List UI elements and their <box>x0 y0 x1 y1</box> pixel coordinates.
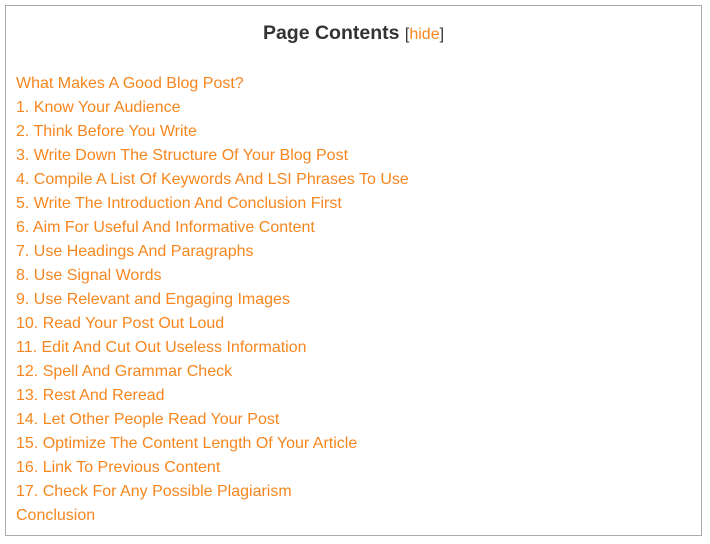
toc-link-3[interactable]: 3. Write Down The Structure Of Your Blog… <box>16 147 348 164</box>
toc-item: 10. Read Your Post Out Loud <box>16 312 409 336</box>
hide-toc-link[interactable]: hide <box>409 26 439 43</box>
toc-link-15[interactable]: 15. Optimize The Content Length Of Your … <box>16 435 357 452</box>
toc-item: 14. Let Other People Read Your Post <box>16 408 409 432</box>
toc-link-17[interactable]: 17. Check For Any Possible Plagiarism <box>16 483 292 500</box>
toc-item: 2. Think Before You Write <box>16 120 409 144</box>
toc-item: 12. Spell And Grammar Check <box>16 360 409 384</box>
toc-item: 5. Write The Introduction And Conclusion… <box>16 192 409 216</box>
toc-link-12[interactable]: 12. Spell And Grammar Check <box>16 363 232 380</box>
toc-item: 11. Edit And Cut Out Useless Information <box>16 336 409 360</box>
toc-link-5[interactable]: 5. Write The Introduction And Conclusion… <box>16 195 342 212</box>
toc-link-10[interactable]: 10. Read Your Post Out Loud <box>16 315 224 332</box>
toc-item: 6. Aim For Useful And Informative Conten… <box>16 216 409 240</box>
toc-item: 16. Link To Previous Content <box>16 456 409 480</box>
toc-item: 15. Optimize The Content Length Of Your … <box>16 432 409 456</box>
toc-link-1[interactable]: 1. Know Your Audience <box>16 99 181 116</box>
toc-link-4[interactable]: 4. Compile A List Of Keywords And LSI Ph… <box>16 171 409 188</box>
toc-link-6[interactable]: 6. Aim For Useful And Informative Conten… <box>16 219 315 236</box>
toc-link-7[interactable]: 7. Use Headings And Paragraphs <box>16 243 253 260</box>
toc-item: 17. Check For Any Possible Plagiarism <box>16 480 409 504</box>
toc-item: 8. Use Signal Words <box>16 264 409 288</box>
toc-item: What Makes A Good Blog Post? <box>16 72 409 96</box>
table-of-contents: Page Contents [hide] What Makes A Good B… <box>5 5 702 536</box>
toc-list: What Makes A Good Blog Post? 1. Know You… <box>16 72 409 528</box>
toc-item: 13. Rest And Reread <box>16 384 409 408</box>
toc-item: 1. Know Your Audience <box>16 96 409 120</box>
toc-toggle: [hide] <box>405 26 444 43</box>
toc-item: 4. Compile A List Of Keywords And LSI Ph… <box>16 168 409 192</box>
toc-link-14[interactable]: 14. Let Other People Read Your Post <box>16 411 279 428</box>
toc-link-conclusion[interactable]: Conclusion <box>16 507 95 524</box>
toc-item: Conclusion <box>16 504 409 528</box>
toc-link-2[interactable]: 2. Think Before You Write <box>16 123 197 140</box>
toc-header: Page Contents [hide] <box>6 21 701 47</box>
toc-link-8[interactable]: 8. Use Signal Words <box>16 267 162 284</box>
toc-link-what-makes-a-good-blog-post[interactable]: What Makes A Good Blog Post? <box>16 75 244 92</box>
toc-link-16[interactable]: 16. Link To Previous Content <box>16 459 220 476</box>
toggle-close-bracket: ] <box>439 26 445 43</box>
toc-item: 7. Use Headings And Paragraphs <box>16 240 409 264</box>
toc-link-9[interactable]: 9. Use Relevant and Engaging Images <box>16 291 290 308</box>
toc-item: 3. Write Down The Structure Of Your Blog… <box>16 144 409 168</box>
toc-item: 9. Use Relevant and Engaging Images <box>16 288 409 312</box>
toc-link-13[interactable]: 13. Rest And Reread <box>16 387 165 404</box>
toc-title: Page Contents <box>262 22 400 44</box>
toc-link-11[interactable]: 11. Edit And Cut Out Useless Information <box>16 339 307 356</box>
